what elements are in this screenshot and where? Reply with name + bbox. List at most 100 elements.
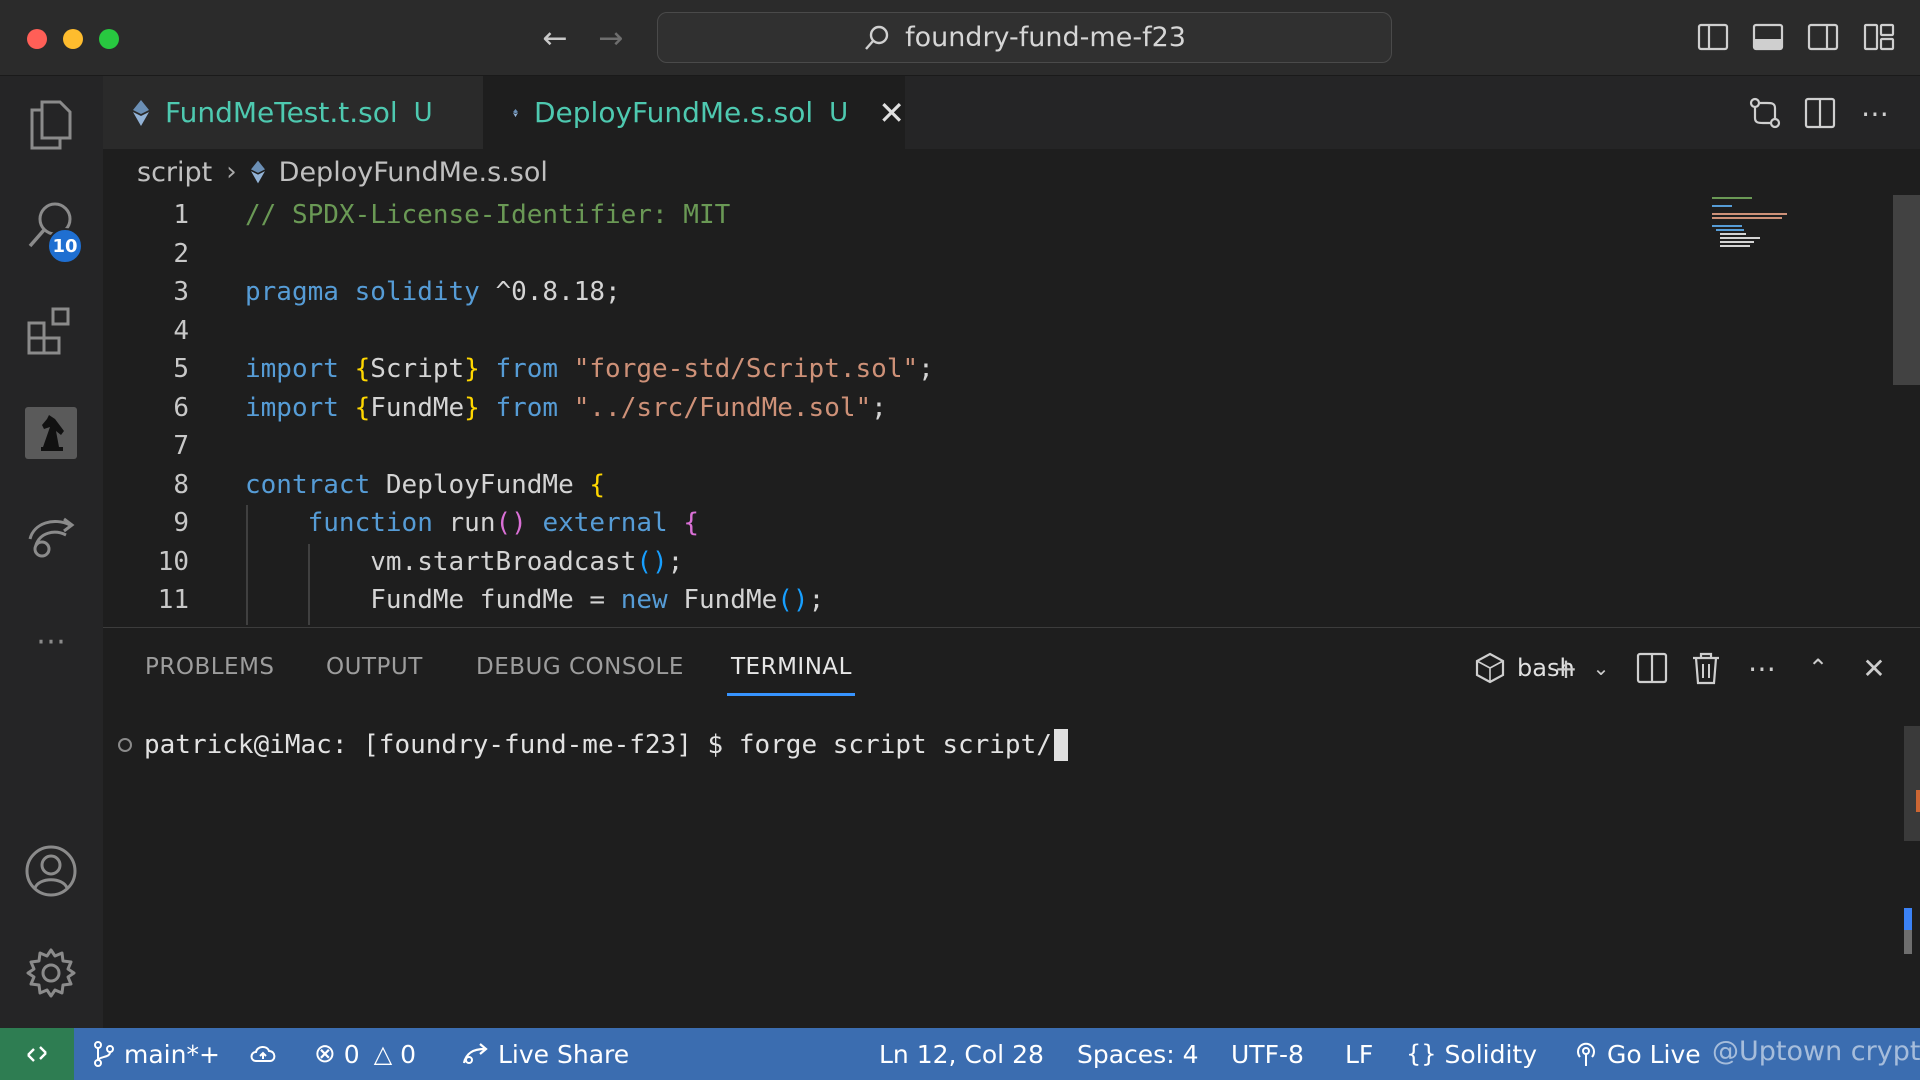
toggle-primary-sidebar-icon[interactable] (1696, 20, 1730, 54)
tab-label: FundMeTest.t.sol (165, 96, 398, 129)
indentation[interactable]: Spaces: 4 (1077, 1028, 1198, 1080)
chess-knight-icon[interactable] (22, 404, 80, 462)
sync-icon[interactable] (248, 1028, 278, 1080)
warning-icon: △ (373, 1040, 393, 1068)
external-keyword: external (542, 508, 668, 538)
back-arrow-icon[interactable]: ← (535, 18, 575, 58)
tab-fundmetest[interactable]: FundMeTest.t.sol U (103, 76, 483, 149)
solidity-file-icon (250, 160, 265, 184)
warning-count: 0 (400, 1039, 417, 1069)
problems-summary[interactable]: ⊗ 0 △ 0 (314, 1028, 416, 1080)
toggle-secondary-sidebar-icon[interactable] (1806, 20, 1840, 54)
broadcast-call: vm.startBroadcast (370, 547, 637, 577)
code-line: 4 (103, 312, 245, 350)
watermark-text: @Uptown crypto (1712, 1036, 1920, 1067)
go-live-button[interactable]: Go Live (1573, 1028, 1701, 1080)
live-share-label: Live Share (498, 1039, 630, 1069)
customize-layout-icon[interactable] (1862, 20, 1896, 54)
title-bar: ← → foundry-fund-me-f23 (0, 0, 1920, 76)
breadcrumb-file[interactable]: DeployFundMe.s.sol (279, 157, 548, 188)
braces-icon: {} (1406, 1040, 1437, 1068)
end-of-line[interactable]: LF (1345, 1028, 1373, 1080)
untracked-indicator: U (413, 97, 433, 128)
code-editor[interactable]: 1 // SPDX-License-Identifier: MIT 2 3 prag… (103, 195, 1893, 625)
scrollbar-marker (1904, 908, 1912, 930)
maximize-panel-icon[interactable]: ⌃ (1800, 650, 1836, 686)
remote-explorer-icon[interactable] (22, 506, 80, 564)
command-decoration-icon[interactable] (118, 738, 132, 752)
tab-terminal[interactable]: TERMINAL (731, 654, 852, 680)
forward-arrow-icon[interactable]: → (591, 18, 631, 58)
explorer-icon[interactable] (22, 96, 80, 154)
terminal-scrollbar[interactable] (1904, 726, 1920, 841)
code-line: 7 (103, 427, 245, 465)
line-number: 1 (173, 200, 189, 230)
more-views-icon[interactable]: ⋯ (22, 612, 80, 670)
terminal-prompt[interactable]: patrick@iMac: [foundry-fund-me-f23] $ fo… (118, 729, 1068, 761)
active-tab-indicator (727, 693, 855, 696)
tab-deployfundme[interactable]: DeployFundMe.s.sol U ✕ (483, 76, 905, 149)
line-number: 10 (157, 547, 189, 577)
settings-gear-icon[interactable] (22, 944, 80, 1002)
error-count: 0 (343, 1039, 360, 1069)
live-share-button[interactable]: Live Share (460, 1028, 629, 1080)
broadcast-icon (1577, 1042, 1595, 1066)
language-mode[interactable]: {} Solidity (1406, 1028, 1537, 1080)
breadcrumb-folder[interactable]: script (137, 157, 212, 188)
cursor-position[interactable]: Ln 12, Col 28 (879, 1028, 1044, 1080)
line-number: 7 (173, 431, 189, 461)
constructor-name: FundMe (667, 585, 778, 615)
trash-icon[interactable] (1688, 650, 1724, 686)
more-actions-icon[interactable]: ⋯ (1856, 94, 1894, 132)
search-icon (865, 25, 889, 50)
chevron-down-icon[interactable]: ⌄ (1583, 650, 1619, 686)
close-panel-icon[interactable]: ✕ (1856, 650, 1892, 686)
tab-debug-console[interactable]: DEBUG CONSOLE (476, 654, 684, 680)
pragma-keyword: pragma (245, 277, 339, 307)
new-keyword: new (620, 585, 668, 615)
new-terminal-icon[interactable]: + (1548, 650, 1584, 686)
solidity-file-icon (133, 99, 149, 126)
go-live-label: Go Live (1607, 1039, 1701, 1069)
import-name: FundMe (370, 393, 465, 423)
variable-assign: fundMe = (464, 585, 621, 615)
scrollbar-marker (1916, 790, 1920, 812)
toggle-panel-icon[interactable] (1751, 20, 1785, 54)
split-terminal-icon[interactable] (1634, 650, 1670, 686)
more-actions-icon[interactable]: ⋯ (1744, 650, 1780, 686)
accounts-icon[interactable] (22, 842, 80, 900)
line-number: 11 (157, 585, 189, 615)
code-line: 1 // SPDX-License-Identifier: MIT (103, 196, 730, 234)
minimap[interactable] (1710, 195, 1800, 255)
split-editor-icon[interactable] (1801, 94, 1839, 132)
search-badge: 10 (47, 228, 83, 264)
line-number: 8 (173, 470, 189, 500)
import-keyword: import (245, 393, 339, 423)
minimize-window-button[interactable] (63, 29, 83, 49)
tab-problems[interactable]: PROBLEMS (145, 654, 275, 680)
git-branch[interactable]: main*+ (92, 1028, 220, 1080)
command-center-search[interactable]: foundry-fund-me-f23 (657, 12, 1392, 63)
code-line: 8 contract DeployFundMe { (103, 466, 605, 504)
close-tab-icon[interactable]: ✕ (878, 94, 905, 132)
import-path: "../src/FundMe.sol" (573, 393, 872, 423)
error-icon: ⊗ (314, 1039, 336, 1069)
tab-output[interactable]: OUTPUT (326, 654, 423, 680)
function-name: run (448, 508, 496, 538)
zoom-window-button[interactable] (99, 29, 119, 49)
open-changes-icon[interactable] (1746, 94, 1784, 132)
contract-name: DeployFundMe (385, 470, 574, 500)
editor-scrollbar[interactable] (1893, 195, 1920, 385)
code-line: 5 import {Script} from "forge-std/Script.… (103, 350, 933, 388)
remote-indicator-icon[interactable] (0, 1028, 74, 1080)
line-number: 5 (173, 354, 189, 384)
from-keyword: from (495, 354, 559, 384)
untracked-indicator: U (829, 97, 849, 128)
breadcrumb: script › DeployFundMe.s.sol (137, 152, 548, 192)
bottom-panel: PROBLEMS OUTPUT DEBUG CONSOLE TERMINAL b… (103, 627, 1920, 1027)
close-window-button[interactable] (27, 29, 47, 49)
function-keyword: function (307, 508, 433, 538)
editor-tab-bar: FundMeTest.t.sol U DeployFundMe.s.sol U … (103, 76, 1920, 149)
encoding[interactable]: UTF-8 (1231, 1028, 1304, 1080)
extensions-icon[interactable] (22, 302, 80, 360)
